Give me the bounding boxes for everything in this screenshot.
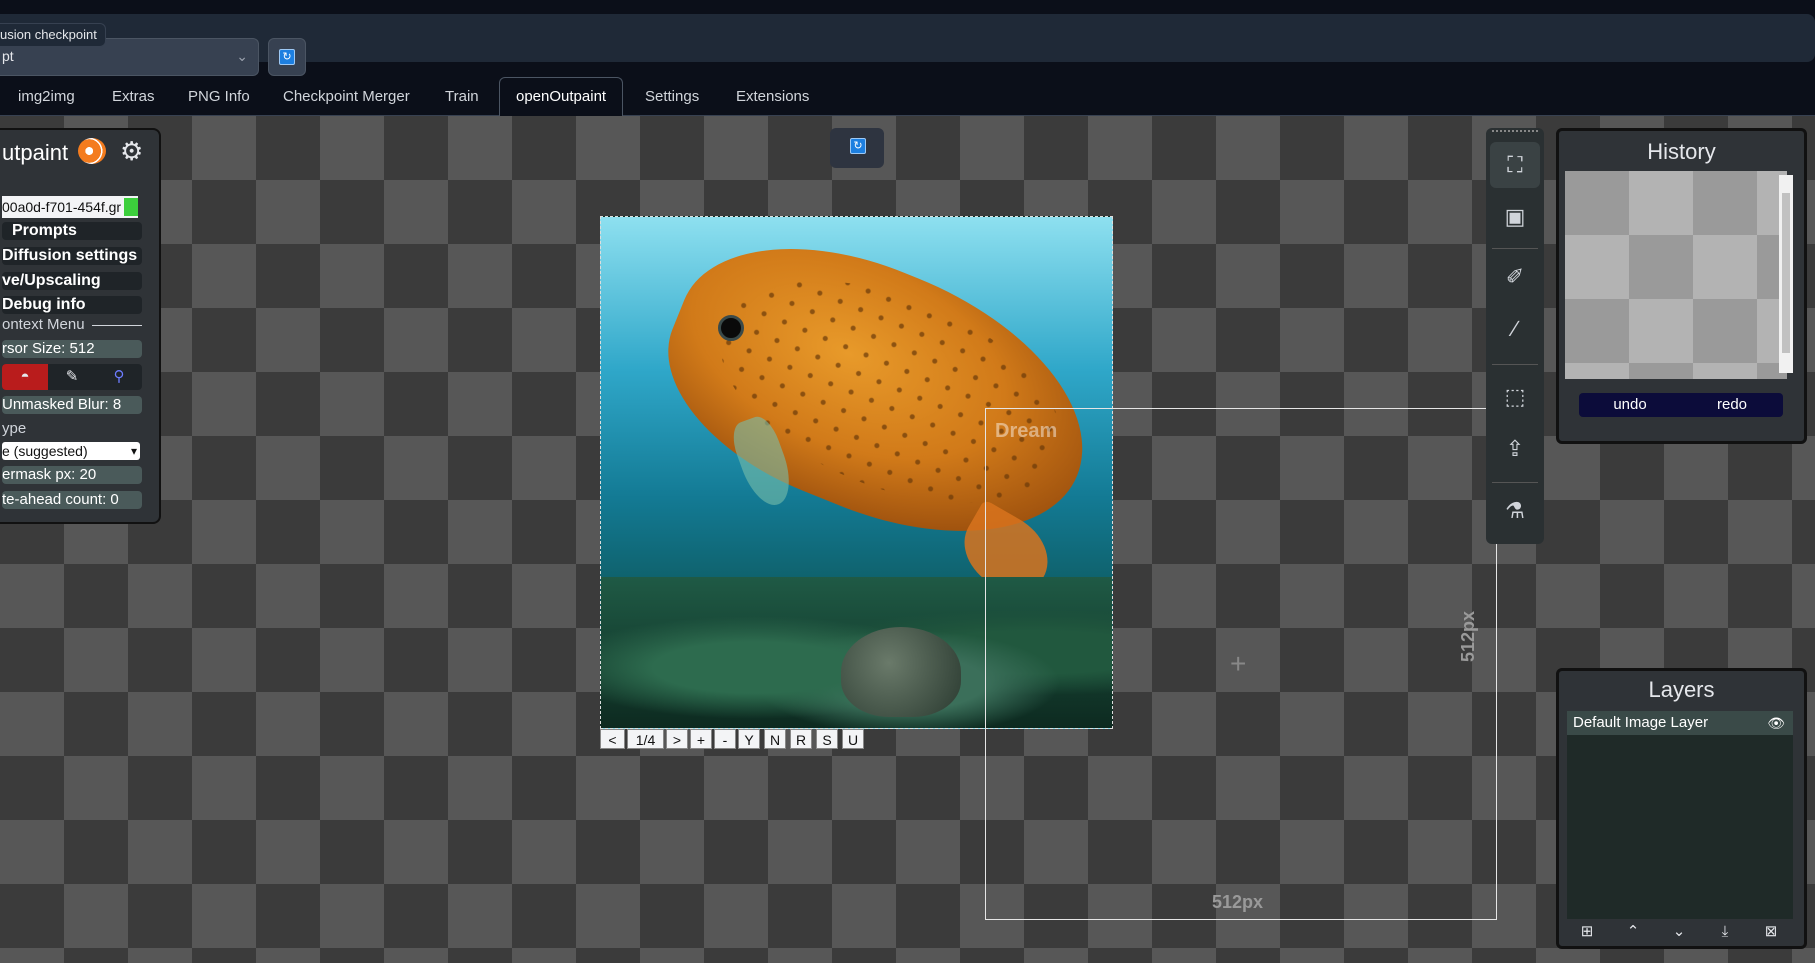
crosshair-icon: + (1230, 648, 1247, 679)
tab-img2img[interactable]: img2img (18, 75, 75, 113)
history-scrollbar[interactable] (1779, 175, 1793, 373)
reject-button[interactable]: N (764, 729, 786, 749)
refresh-checkpoint-button[interactable]: ↻ (268, 38, 306, 76)
tab-extensions[interactable]: Extensions (736, 75, 809, 113)
diffusion-settings-toggle[interactable]: Diffusion settings (2, 247, 142, 265)
status-indicator (124, 198, 138, 216)
img2img-tool-icon[interactable]: ▣ (1490, 194, 1540, 240)
tool-selector: ◓ ✎ ⚲ (2, 364, 142, 390)
mask-brush-icon[interactable]: ✐ (1490, 254, 1540, 300)
merge-down-icon[interactable]: ⤓ (1705, 921, 1745, 943)
gear-icon[interactable]: ⚙ (120, 136, 143, 167)
stamp-brush-icon[interactable]: ∕ (1490, 306, 1540, 352)
recenter-button[interactable]: ↻ (830, 128, 884, 168)
context-menu-label: ontext Menu (2, 316, 85, 333)
type-select[interactable]: e (suggested) ▾ (2, 442, 140, 460)
settings-panel: utpaint ⚙ 00a0d-f701-454f.gr Prompts Dif… (0, 128, 161, 524)
overmask-text: ermask px: 20 (2, 466, 97, 483)
tool-bar: ⛶ ▣ ✐ ∕ ⬚ ⇪ ⚗ (1486, 128, 1544, 544)
dream-label: Dream (995, 420, 1058, 442)
redo-button[interactable]: redo (1681, 393, 1783, 417)
overmask-slider[interactable]: ermask px: 20 (2, 466, 142, 484)
divider (1492, 364, 1538, 365)
refresh-icon: ↻ (850, 138, 866, 154)
tab-extras[interactable]: Extras (112, 75, 155, 113)
selection-width-label: 512px (1212, 892, 1264, 912)
move-down-icon[interactable]: ⌄ (1659, 921, 1699, 943)
next-image-button[interactable]: > (666, 729, 688, 749)
upscaling-toggle[interactable]: ve/Upscaling (2, 272, 142, 290)
prev-image-button[interactable]: < (600, 729, 625, 749)
debug-info-toggle[interactable]: Debug info (2, 296, 142, 314)
dream-tool-icon[interactable]: ⛶ (1490, 142, 1540, 188)
layers-panel: Layers Default Image Layer 👁 ⊞ ⌃ ⌄ ⤓ ⊠ (1556, 668, 1807, 949)
clownfish-logo-icon (78, 138, 106, 164)
type-label: ype (2, 420, 27, 437)
session-id-text: 00a0d-f701-454f.gr (2, 199, 122, 215)
divider (1492, 482, 1538, 483)
session-id-field[interactable]: 00a0d-f701-454f.gr (2, 196, 138, 218)
layer-item[interactable]: Default Image Layer 👁 (1567, 711, 1793, 735)
lookahead-slider[interactable]: te-ahead count: 0 (2, 491, 142, 509)
tab-checkpoint-merger[interactable]: Checkpoint Merger (283, 75, 410, 113)
tab-openoutpaint[interactable]: openOutpaint (499, 77, 624, 117)
divider (92, 325, 142, 326)
diffusion-label: Diffusion settings (2, 247, 138, 264)
pin-icon[interactable]: ⚲ (96, 364, 142, 390)
panel-title: utpaint (2, 140, 69, 165)
divider (1492, 248, 1538, 249)
image-count: 1/4 (627, 729, 664, 749)
selection-icon[interactable]: ⬚ (1490, 374, 1540, 420)
checkpoint-value: pt (2, 48, 14, 64)
debug-label: Debug info (2, 296, 86, 313)
unmasked-blur-slider[interactable]: Unmasked Blur: 8 (2, 396, 142, 414)
layer-label: Default Image Layer (1573, 714, 1709, 731)
reef-rock (841, 627, 961, 717)
history-title: History (1647, 139, 1716, 164)
chevron-down-icon: ▾ (130, 444, 137, 458)
cursor-size-slider[interactable]: rsor Size: 512 (2, 340, 142, 358)
history-list[interactable] (1565, 171, 1787, 379)
tab-png-info[interactable]: PNG Info (188, 75, 250, 113)
cursor-size-text: rsor Size: 512 (2, 340, 95, 357)
upscale-button[interactable]: U (842, 729, 864, 749)
mask-icon[interactable]: ◓ (2, 364, 48, 390)
chevron-down-icon: ⌄ (236, 48, 248, 64)
interrogate-icon[interactable]: ⚗ (1490, 488, 1540, 534)
prompts-toggle[interactable]: Prompts (2, 222, 142, 240)
add-layer-icon[interactable]: ⊞ (1567, 921, 1607, 943)
layer-list: Default Image Layer 👁 (1567, 711, 1793, 919)
save-button[interactable]: S (816, 729, 838, 749)
brush-icon[interactable]: ✎ (49, 364, 95, 390)
resource-button[interactable]: R (790, 729, 812, 749)
upscaling-label: ve/Upscaling (2, 272, 101, 289)
unmasked-blur-text: Unmasked Blur: 8 (2, 396, 122, 413)
add-more-button[interactable]: + (690, 729, 712, 749)
top-bar: pt ⌄ usion checkpoint ↻ (0, 14, 1815, 76)
lookahead-text: te-ahead count: 0 (2, 491, 119, 508)
delete-layer-icon[interactable]: ⊠ (1751, 921, 1791, 943)
history-buttons: undo redo (1579, 393, 1783, 417)
drag-handle[interactable] (1492, 130, 1538, 134)
eye-icon[interactable]: 👁 (1767, 711, 1785, 735)
refresh-icon: ↻ (279, 49, 295, 65)
selection-height-label: 512px (1458, 610, 1478, 662)
discard-button[interactable]: - (714, 729, 736, 749)
checkpoint-label: usion checkpoint (0, 23, 106, 47)
history-panel: History undo redo (1556, 128, 1807, 444)
layer-controls: ⊞ ⌃ ⌄ ⤓ ⊠ (1567, 921, 1793, 943)
fish-eye (718, 315, 744, 341)
tab-settings[interactable]: Settings (645, 75, 699, 113)
scrollbar-thumb[interactable] (1782, 193, 1790, 353)
accept-button[interactable]: Y (738, 729, 760, 749)
prompts-label: Prompts (12, 222, 77, 239)
move-up-icon[interactable]: ⌃ (1613, 921, 1653, 943)
stamp-icon[interactable]: ⇪ (1490, 426, 1540, 472)
type-value: e (suggested) (2, 443, 88, 459)
undo-button[interactable]: undo (1579, 393, 1681, 417)
layers-title: Layers (1648, 677, 1715, 702)
tab-train[interactable]: Train (445, 75, 479, 113)
tab-bar: img2img Extras PNG Info Checkpoint Merge… (0, 75, 1815, 117)
